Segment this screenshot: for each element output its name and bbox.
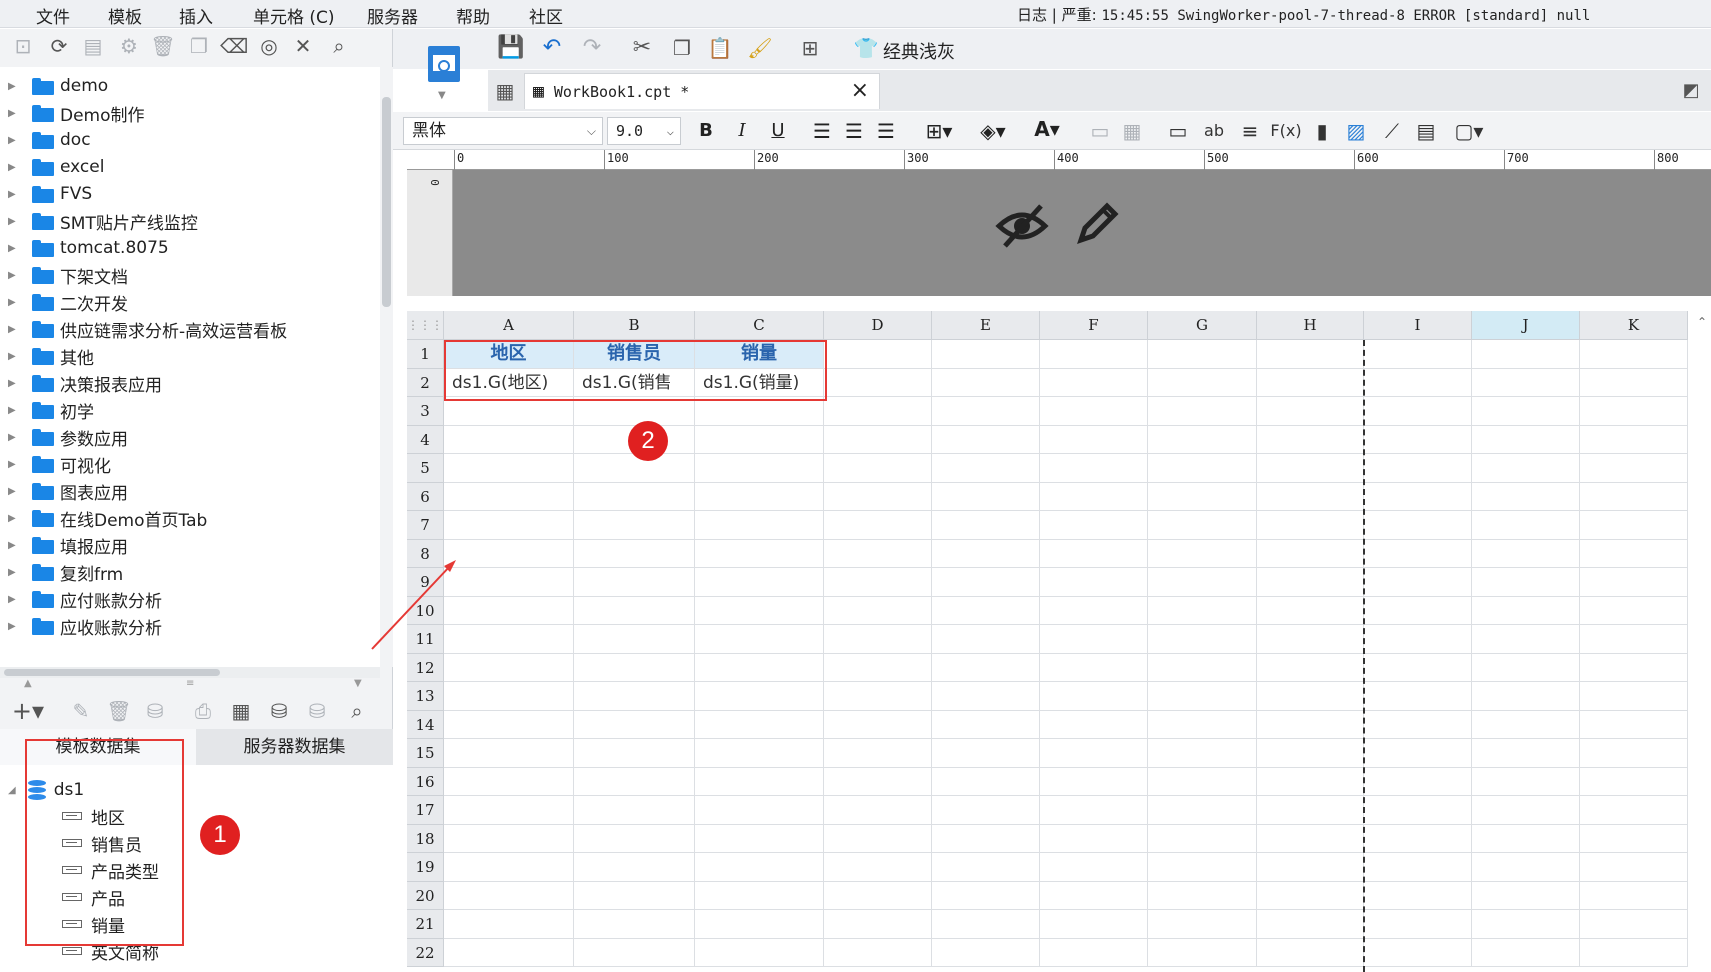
drag-arrow bbox=[371, 560, 456, 650]
